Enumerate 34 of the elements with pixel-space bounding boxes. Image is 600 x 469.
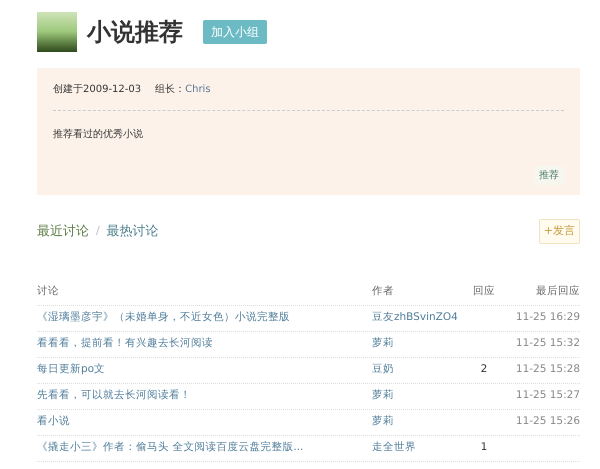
owner-link[interactable]: Chris	[185, 82, 211, 97]
owner-label: 组长：	[155, 82, 186, 97]
group-title: 小说推荐	[87, 17, 183, 48]
column-header: 回应	[472, 284, 496, 300]
group-photo-placeholder	[37, 12, 77, 52]
last-reply-time: 11-25 16:29	[514, 310, 580, 326]
author-link[interactable]: 萝莉	[372, 414, 464, 430]
last-reply-time: 11-25 15:28	[514, 362, 580, 378]
topic-link[interactable]: 《撬走小三》作者：偷马头 全文阅读百度云盘完整版...	[37, 440, 372, 456]
tab-separator: /	[96, 223, 100, 239]
reply-count: 2	[480, 362, 488, 378]
topic-link[interactable]: 看看看，提前看！有兴趣去长河阅读	[37, 336, 372, 352]
topic-link[interactable]: 《湿璃墨彦宇》（未婚单身，不近女色）小说完整版	[37, 310, 372, 326]
created-date: 创建于2009-12-03	[53, 82, 142, 97]
author-link[interactable]: 萝莉	[372, 336, 464, 352]
reply-count: 1	[480, 440, 488, 456]
topic-link[interactable]: 看小说	[37, 414, 372, 430]
column-header: 最后回应	[535, 284, 580, 300]
topic-link[interactable]: 每日更新po文	[37, 362, 372, 378]
post-button[interactable]: +发言	[538, 219, 580, 244]
last-reply-time: 11-25 15:26	[514, 414, 580, 430]
author-link[interactable]: 豆友zhBSvinZO4	[372, 310, 464, 326]
column-header: 讨论	[37, 284, 60, 300]
discussion-tab[interactable]: 最热讨论	[106, 222, 159, 241]
topic-link[interactable]: 先看看，可以就去长河阅读看！	[37, 388, 372, 404]
last-reply-time: 11-25 15:27	[514, 388, 580, 404]
recommend-button[interactable]: 推荐	[534, 166, 564, 185]
last-reply-time: 11-25 15:32	[514, 336, 580, 352]
author-link[interactable]: 走全世界	[372, 440, 464, 456]
discussion-tab[interactable]: 最近讨论	[37, 222, 89, 241]
author-link[interactable]: 萝莉	[372, 388, 464, 404]
group-description: 推荐看过的优秀小说	[53, 128, 144, 142]
column-header: 作者	[372, 284, 395, 300]
author-link[interactable]: 豆奶	[372, 362, 464, 378]
